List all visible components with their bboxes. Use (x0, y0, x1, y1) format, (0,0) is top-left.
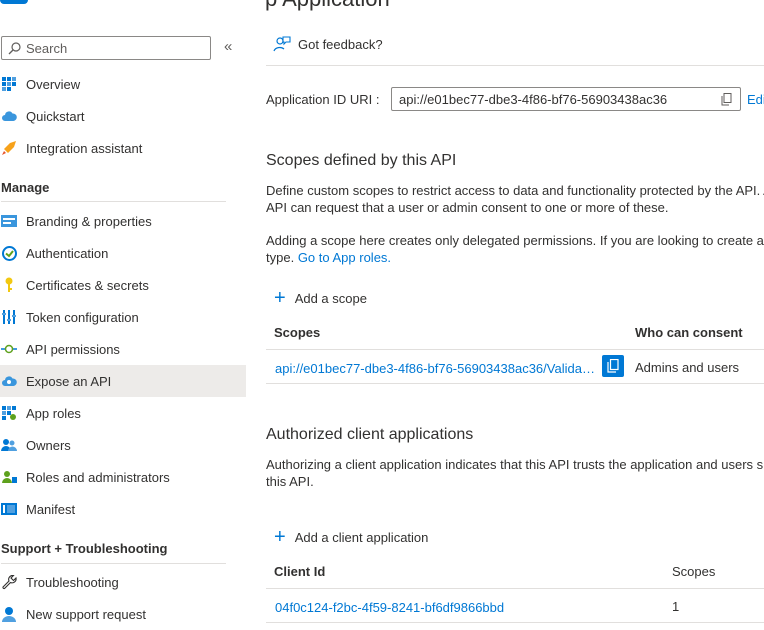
feedback-label: Got feedback? (298, 36, 383, 52)
sidebar-item-label: Owners (26, 437, 71, 453)
wrench-icon (1, 574, 17, 590)
edit-link[interactable]: Edi (747, 92, 764, 107)
clients-description-line: Authorizing a client application indicat… (266, 457, 764, 472)
token-config-icon (1, 309, 17, 325)
search-input[interactable] (26, 40, 206, 56)
sidebar-item-new-support-request[interactable]: New support request (0, 598, 246, 630)
client-id-link[interactable]: 04f0c124-f2bc-4f59-8241-bf6df9866bbd (275, 600, 504, 615)
clients-heading: Authorized client applications (266, 426, 474, 443)
support-person-icon (1, 606, 17, 622)
copy-icon[interactable] (716, 92, 736, 106)
sidebar-item-label: Quickstart (26, 108, 85, 124)
col-header-scopes: Scopes (274, 325, 321, 340)
feedback-button[interactable]: Got feedback? (273, 36, 383, 52)
app-id-label: Application ID URI : (266, 92, 380, 107)
support-heading: Support + Troubleshooting (1, 541, 168, 556)
sidebar-item-troubleshooting[interactable]: Troubleshooting (0, 566, 246, 598)
sidebar-item-overview[interactable]: Overview (0, 68, 246, 100)
scopes-description-line: Define custom scopes to restrict access … (266, 183, 764, 198)
table-divider (266, 349, 764, 350)
scopes-note-line: Adding a scope here creates only delegat… (266, 233, 764, 248)
sidebar-item-label: New support request (26, 606, 146, 622)
scopes-description-line: API can request that a user or admin con… (266, 200, 669, 215)
collapse-sidebar-icon[interactable]: « (224, 38, 232, 55)
table-divider (266, 622, 764, 623)
sidebar-item-api-permissions[interactable]: API permissions (0, 333, 246, 365)
app-roles-icon (1, 405, 17, 421)
authentication-icon (1, 245, 17, 261)
sidebar-item-integration-assistant[interactable]: Integration assistant (0, 132, 246, 164)
sidebar-item-label: Branding & properties (26, 213, 152, 229)
clients-description-line: this API. (266, 474, 314, 489)
go-to-app-roles-link[interactable]: Go to App roles. (298, 250, 391, 265)
scopes-heading: Scopes defined by this API (266, 152, 457, 169)
col-header-who-can-consent: Who can consent (635, 325, 743, 340)
add-scope-label: Add a scope (294, 290, 367, 306)
rocket-icon (1, 140, 17, 156)
sidebar-item-label: API permissions (26, 341, 120, 357)
feedback-icon (273, 36, 291, 52)
search-box[interactable] (1, 36, 211, 60)
manage-heading: Manage (1, 180, 50, 195)
grid-icon (1, 76, 17, 92)
sidebar-item-quickstart[interactable]: Quickstart (0, 100, 246, 132)
sidebar-item-expose-an-api[interactable]: Expose an API (0, 365, 246, 397)
divider (1, 201, 226, 202)
main-content: Got feedback? Application ID URI : api:/… (266, 0, 764, 630)
sidebar-item-label: Token configuration (26, 309, 139, 325)
plus-icon: + (274, 287, 286, 309)
app-id-field[interactable]: api://e01bec77-dbe3-4f86-bf76-56903438ac… (391, 87, 741, 111)
consent-value: Admins and users (635, 360, 740, 375)
sidebar-item-roles-and-administrators[interactable]: Roles and administrators (0, 461, 246, 493)
col-header-client-id: Client Id (274, 564, 326, 579)
sidebar-item-manifest[interactable]: Manifest (0, 493, 246, 525)
clients-description: Authorizing a client application indicat… (266, 456, 764, 490)
sidebar-item-label: Overview (26, 76, 81, 92)
client-scopes-count: 1 (672, 599, 680, 614)
key-icon (1, 277, 17, 293)
sidebar-item-label: Roles and administrators (26, 469, 170, 485)
app-id-value: api://e01bec77-dbe3-4f86-bf76-56903438ac… (399, 91, 668, 107)
expose-api-icon (1, 373, 17, 389)
sidebar-item-label: App roles (26, 405, 81, 421)
api-permissions-icon (1, 341, 17, 357)
divider (266, 65, 764, 66)
table-divider (266, 588, 764, 589)
sidebar-item-app-roles[interactable]: App roles (0, 397, 246, 429)
scope-link[interactable]: api://e01bec77-dbe3-4f86-bf76-56903438ac… (275, 361, 595, 376)
sidebar-item-label: Manifest (26, 501, 76, 517)
plus-icon: + (274, 526, 286, 548)
sidebar-item-label: Troubleshooting (26, 574, 119, 590)
sidebar-item-label: Authentication (26, 245, 109, 261)
sidebar-item-authentication[interactable]: Authentication (0, 237, 246, 269)
copy-scope-button[interactable] (602, 355, 624, 377)
branding-icon (1, 213, 17, 229)
roles-admins-icon (1, 469, 17, 485)
col-header-scopes: Scopes (672, 564, 716, 579)
manifest-icon (1, 501, 17, 517)
table-divider (266, 383, 764, 384)
sidebar-item-token-configuration[interactable]: Token configuration (0, 301, 246, 333)
cloud-icon (1, 108, 17, 124)
add-scope-button[interactable]: + Add a scope (274, 287, 367, 309)
add-client-label: Add a client application (294, 529, 429, 545)
sidebar-item-owners[interactable]: Owners (0, 429, 246, 461)
divider (1, 563, 226, 564)
scopes-note-prefix: type. (266, 250, 295, 265)
scopes-note: Adding a scope here creates only delegat… (266, 232, 764, 266)
sidebar: « Overview Quickstart Integration assist… (0, 0, 246, 630)
sidebar-item-branding[interactable]: Branding & properties (0, 205, 246, 237)
scopes-description: Define custom scopes to restrict access … (266, 182, 764, 216)
sidebar-item-certificates[interactable]: Certificates & secrets (0, 269, 246, 301)
copy-icon (607, 359, 619, 373)
sidebar-item-label: Expose an API (26, 373, 112, 389)
search-icon (8, 41, 21, 54)
sidebar-item-label: Certificates & secrets (26, 277, 149, 293)
add-client-application-button[interactable]: + Add a client application (274, 526, 429, 548)
owners-icon (1, 437, 17, 453)
sidebar-item-label: Integration assistant (26, 140, 143, 156)
